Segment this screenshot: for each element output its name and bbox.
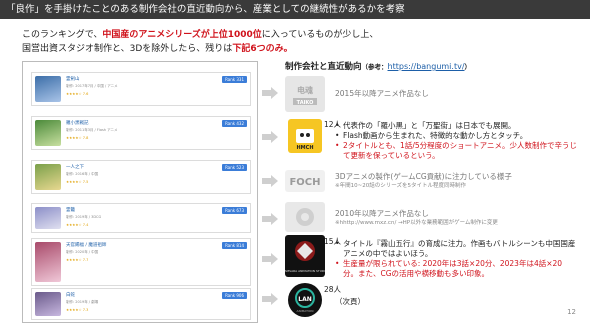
poster-thumbnail	[35, 242, 61, 282]
poster-thumbnail	[35, 292, 61, 316]
anime-meta: 制作: 2019年 / 劇場	[66, 300, 99, 304]
ranking-card[interactable]: 羅小黒戦記 制作: 2011年3月 / Flash アニメ ★★★★☆ 7.8 …	[31, 116, 251, 150]
ranking-screenshot-panel: 霊剣山 制作: 2017年7月 / 中国 / アニメ ★★★★☆ 7.6 Ran…	[22, 61, 258, 323]
anime-meta: 制作: 2011年3月 / Flash アニメ	[66, 128, 118, 132]
svg-text:ANIMATION: ANIMATION	[297, 309, 314, 313]
studio-logo	[285, 202, 325, 232]
arrow-right-icon	[262, 175, 278, 187]
anime-title[interactable]: 霊籠	[66, 207, 75, 213]
intro-text: 国営出資スタジオ制作と、3Dを除外したら、残りは	[22, 44, 233, 54]
reference-link[interactable]: https://bangumi.tv/	[388, 62, 465, 71]
slide-header: 「良作」を手掛けたことのある制作会社の直近動向から、産業としての継続性があるかを…	[0, 0, 590, 19]
company-4-note: 2010年以降アニメ作品なし ※hhttp://www.mxz.cn/ →HP以…	[335, 209, 577, 227]
company-status-text: 3Dアニメの製作(ゲームCG貢献)に注力している様子	[335, 172, 512, 181]
ranking-card[interactable]: 天官賜福 / 魔道祖師 制作: 2020年 / 中国 ★★★★☆ 7.7 Ran…	[31, 238, 251, 286]
anime-rating: ★★★★☆ 7.7	[66, 258, 89, 262]
anime-title[interactable]: 一人之下	[66, 164, 84, 170]
svg-text:FOCH: FOCH	[289, 177, 320, 188]
anime-rating: ★★★★☆ 7.4	[66, 223, 89, 227]
rank-badge: Rank 432	[222, 120, 247, 127]
reference-label-end: ）	[464, 63, 472, 71]
taiko-logo: 电魂 TAIKO	[285, 76, 325, 112]
company-bullet: Flash動画から生まれた、特徴的な動かし方とタッチ。	[335, 131, 577, 141]
reference-label: （参考：	[361, 63, 388, 71]
company-bullet: タイトル『霧山五行』の育成に注力。作画もバトルシーンも中国国産アニメの中ではよい…	[335, 239, 577, 259]
anime-meta: 制作: 2017年7月 / 中国 / アニメ	[66, 84, 118, 88]
anime-title[interactable]: 白蛇	[66, 292, 75, 298]
poster-thumbnail	[35, 76, 61, 102]
poster-thumbnail	[35, 120, 61, 146]
foch-logo: FOCH	[285, 170, 325, 192]
intro-text: に入っているものが少し上、	[261, 30, 379, 40]
hmch-logo: HMCH	[288, 119, 322, 153]
intro-line-2: 国営出資スタジオ制作と、3Dを除外したら、残りは下記6つのみ。	[22, 43, 293, 55]
page-number: 12	[567, 308, 576, 316]
company-6-note: （次頁）	[335, 297, 365, 307]
staff-count: 28人	[324, 285, 342, 294]
arrow-right-icon	[262, 253, 278, 265]
slide-title: 「良作」を手掛けたことのある制作会社の直近動向から、産業としての継続性があるかを…	[6, 4, 405, 15]
anime-rating: ★★★★☆ 7.6	[66, 92, 89, 96]
arrow-right-icon	[262, 293, 278, 305]
arrow-right-icon	[262, 87, 278, 99]
anime-meta: 制作: 2016年 / 中国	[66, 172, 99, 176]
company-bullet-highlight: 生産量が限られている: 2020年は3話×20分、2023年は4話×20分。また…	[335, 259, 577, 279]
section-title: 制作会社と直近動向（参考：https://bangumi.tv/）	[285, 60, 471, 72]
company-status-subnote: ※hhttp://www.mxz.cn/ →HP以外な業務範囲がゲーム制作に変更	[335, 220, 498, 226]
rank-badge: Rank 673	[222, 207, 247, 214]
intro-highlight: 中国産のアニメシリーズが上位1000位	[102, 30, 262, 40]
company-1-note: 2015年以降アニメ作品なし	[335, 89, 429, 99]
rank-badge: Rank 814	[222, 242, 247, 249]
company-status-text: 2010年以降アニメ作品なし	[335, 209, 429, 218]
company-3-note: 3Dアニメの製作(ゲームCG貢献)に注力している様子 ※年間10~20話のシリー…	[335, 172, 577, 190]
anime-meta: 制作: 2019年 / 3DCG	[66, 215, 102, 219]
ranking-card[interactable]: 一人之下 制作: 2016年 / 中国 ★★★★☆ 7.5 Rank 523	[31, 160, 251, 194]
intro-text: このランキングで、	[22, 30, 103, 40]
rank-badge: Rank 523	[222, 164, 247, 171]
company-bullet: 代表作の「羅小黒」と「万聖街」は日本でも展開。	[335, 121, 577, 131]
company-status-text: 2015年以降アニメ作品なし	[335, 89, 429, 98]
anime-title[interactable]: 天官賜福 / 魔道祖師	[66, 242, 106, 248]
lan-animation-logo: LAN ANIMATION	[288, 283, 322, 317]
intro-highlight: 下記6つのみ。	[232, 44, 293, 54]
ranking-card[interactable]: 霊剣山 制作: 2017年7月 / 中国 / アニメ ★★★★☆ 7.6 Ran…	[31, 72, 251, 106]
next-page-note: （次頁）	[335, 297, 365, 306]
poster-thumbnail	[35, 207, 61, 229]
rank-badge: Rank 906	[222, 292, 247, 299]
svg-text:电魂: 电魂	[297, 85, 313, 95]
intro-line-1: このランキングで、中国産のアニメシリーズが上位1000位に入っているものが少し上…	[22, 29, 378, 41]
company-bullet-highlight: 2タイトルとも、1話/5分程度のショートアニメ。少人数制作で辛うじて更新を保って…	[335, 141, 577, 161]
anime-title[interactable]: 羅小黒戦記	[66, 120, 89, 126]
poster-thumbnail	[35, 164, 61, 190]
anime-rating: ★★★★☆ 7.3	[66, 308, 89, 312]
arrow-right-icon	[262, 213, 278, 225]
company-2-note: 代表作の「羅小黒」と「万聖街」は日本でも展開。 Flash動画から生まれた、特徴…	[335, 121, 577, 161]
anime-rating: ★★★★☆ 7.8	[66, 136, 89, 140]
company-5-note: タイトル『霧山五行』の育成に注力。作画もバトルシーンも中国国産アニメの中ではよい…	[335, 239, 577, 279]
svg-text:TAIKO: TAIKO	[297, 100, 314, 106]
rank-badge: Rank 331	[222, 76, 247, 83]
arrow-right-icon	[262, 131, 278, 143]
ranking-card[interactable]: 白蛇 制作: 2019年 / 劇場 ★★★★☆ 7.3 Rank 906	[31, 288, 251, 320]
svg-text:HMCH: HMCH	[296, 145, 313, 151]
anime-title[interactable]: 霊剣山	[66, 76, 80, 82]
section-title-text: 制作会社と直近動向	[285, 62, 362, 72]
samsara-logo: SAMSARA ANIMATION STUDIO	[283, 235, 328, 277]
anime-rating: ★★★★☆ 7.5	[66, 180, 89, 184]
company-status-subnote: ※年間10~20話のシリーズを5タイトル程度同時制作	[335, 183, 466, 189]
ranking-card[interactable]: 霊籠 制作: 2019年 / 3DCG ★★★★☆ 7.4 Rank 673	[31, 203, 251, 233]
svg-text:SAMSARA ANIMATION STUDIO: SAMSARA ANIMATION STUDIO	[285, 269, 325, 273]
svg-text:LAN: LAN	[298, 296, 312, 303]
anime-meta: 制作: 2020年 / 中国	[66, 250, 99, 254]
